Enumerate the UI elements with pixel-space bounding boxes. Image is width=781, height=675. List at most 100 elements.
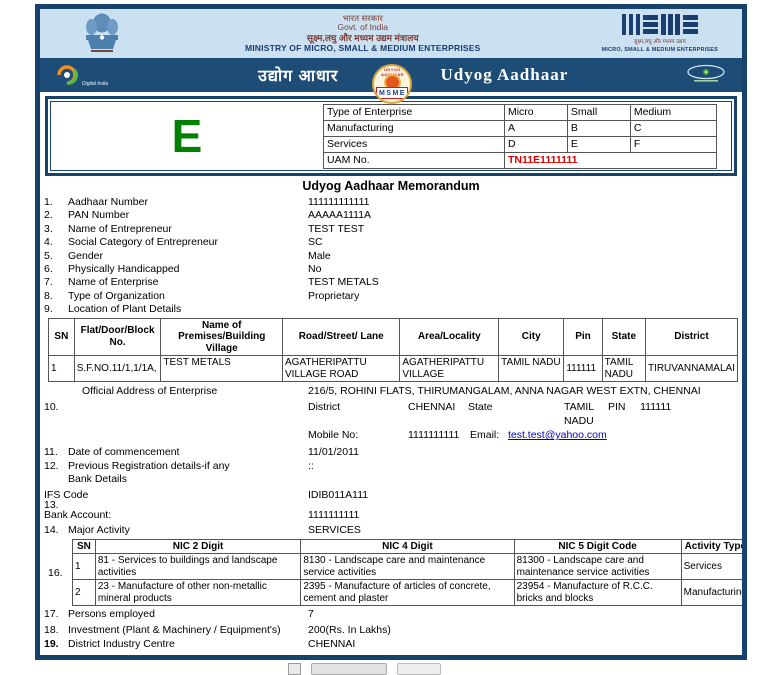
state-label: State (468, 401, 493, 414)
nic-cell-4digit: 2395 - Manufacture of articles of concre… (300, 579, 515, 607)
memo-item-nic-codes: 16. SN NIC 2 Digit NIC 4 Digit NIC 5 Dig… (48, 538, 742, 607)
cutoff-button[interactable] (397, 663, 441, 675)
memo-item-organization-type: 8. Type of Organization Proprietary (40, 290, 742, 303)
plant-header-cell: SN (48, 317, 75, 357)
item-label: Name of Enterprise (68, 276, 159, 289)
district-value: CHENNAI (408, 401, 456, 414)
memo-item-commencement-date: 11. Date of commencement 11/01/2011 (40, 446, 742, 459)
nic-header-cell: SN (72, 538, 96, 555)
item-value: 7 (308, 608, 314, 621)
item-value: Male (308, 249, 331, 262)
nic-header-cell: NIC 2 Digit (94, 538, 302, 555)
plant-table-row: 1 S.F.NO.11/1,1/1A, TEST METALS AGATHERI… (48, 355, 739, 383)
enterprise-table-cell: C (629, 119, 718, 137)
udyog-aadhaar-memorandum-page: भारत सरकार Govt. of India सूक्ष्म,लघु और… (35, 4, 747, 660)
udyog-aadhaar-title-hindi: उद्योग आधार (258, 68, 339, 85)
item-label: Physically Handicapped (68, 263, 180, 276)
item-label: Aadhaar Number (68, 196, 148, 208)
cutoff-button[interactable] (311, 663, 387, 675)
item-label: Previous Registration details-if any (68, 459, 230, 472)
item-value: 11/01/2011 (308, 446, 359, 459)
item-number: 2. (44, 209, 53, 222)
plant-header-cell: Road/Street/ Lane (282, 317, 401, 357)
digital-india-label: Digital India (82, 81, 109, 87)
nic-cell-4digit: 8130 - Landscape care and maintenance se… (300, 553, 515, 581)
item-value: 111111111111 (308, 196, 370, 208)
item-number: 4. (44, 236, 53, 249)
msme-bars-icon (621, 14, 698, 35)
item-number: 9. (44, 303, 53, 316)
enterprise-type-box: E Type of Enterprise Micro Small Medium … (45, 96, 737, 176)
item-number: 10. (44, 401, 59, 414)
item-label: Location of Plant Details (68, 303, 182, 316)
enterprise-table-cell: B (566, 119, 631, 137)
item-label: PAN Number (68, 209, 130, 222)
plant-cell-road: AGATHERIPATTU VILLAGE ROAD (282, 355, 401, 383)
item-label: Major Activity (68, 524, 130, 537)
memo-item-physically-handicapped: 6. Physically Handicapped No (40, 263, 742, 276)
plant-header-cell: Flat/Door/Block No. (73, 317, 162, 357)
cutoff-checkbox[interactable] (288, 663, 301, 675)
enterprise-category-letter: E (171, 110, 203, 162)
declaration-heading: Declaration (40, 655, 742, 656)
item-number: 13. (44, 499, 59, 512)
plant-header-cell: Name of Premises/Building Village (160, 317, 284, 357)
nic-header-cell: Activity Type (680, 538, 742, 555)
item-label: Date of commencement (68, 446, 180, 459)
digital-india-logo: Digital India (54, 63, 108, 87)
msme-logo: सूक्ष्म,लघु और मध्यम उद्यम MICRO, SMALL … (601, 14, 718, 53)
item-value: :: (308, 459, 314, 472)
memo-item-district-industry-centre: 19. District Industry Centre CHENNAI (40, 638, 742, 651)
email-line: Email: test.test@yahoo.com (470, 428, 742, 442)
email-link[interactable]: test.test@yahoo.com (508, 429, 607, 441)
plant-header-cell: Pin (563, 317, 603, 357)
emblem-of-india-icon (80, 11, 124, 56)
plant-cell-district: TIRUVANNAMALAI (644, 355, 739, 383)
enterprise-table-cell: Manufacturing (323, 119, 505, 137)
enterprise-table-cell: Services (323, 135, 505, 153)
memo-item-pan-number: 2. PAN Number AAAAA1111A (40, 209, 742, 222)
plant-cell-flat: S.F.NO.11/1,1/1A, (73, 355, 162, 383)
mobile-label: Mobile No: (308, 429, 359, 442)
item-label: Investment (Plant & Machinery / Equipmen… (68, 623, 281, 636)
item-number: 19. (44, 638, 59, 651)
enterprise-table-header-cell: Type of Enterprise (323, 103, 505, 121)
memo-item-previous-registration: 12. Previous Registration details-if any… (40, 460, 742, 487)
item-value: AAAAA1111A (308, 209, 372, 222)
enterprise-table-header-cell: Small (566, 103, 631, 121)
aadhaar-logo-icon (684, 64, 728, 87)
plant-header-cell: Area/Locality (399, 317, 500, 357)
uam-no-label: UAM No. (323, 151, 505, 169)
item-number: 7. (44, 276, 53, 289)
enterprise-table-cell: E (566, 135, 631, 153)
plant-cell-state: TAMIL NADU (601, 355, 646, 383)
item10-contact-line: Mobile No: 1111111111 Email: test.test@y… (40, 428, 742, 442)
item-value: TEST TEST (308, 222, 365, 235)
plant-cell-sn: 1 (48, 355, 75, 383)
nic-codes-table: SN NIC 2 Digit NIC 4 Digit NIC 5 Digit C… (72, 538, 742, 607)
item-value: TEST METALS (308, 276, 379, 289)
nic-header-cell: NIC 4 Digit (300, 538, 515, 555)
state-value: TAMIL NADU (564, 401, 594, 428)
memorandum-title: Udyog Aadhaar Memorandum (302, 179, 480, 193)
item-number: 12. (44, 459, 59, 472)
bank-account-label: Bank Account: (44, 509, 112, 522)
email-label: Email: (470, 429, 500, 442)
memo-item-gender: 5. Gender Male (40, 250, 742, 263)
govt-of-india-english: Govt. of India (337, 22, 389, 33)
item-label: District Industry Centre (68, 638, 175, 651)
item-value: SERVICES (308, 524, 361, 537)
badge-msme-label: MSME (376, 87, 409, 99)
nic-cell-5digit: 81300 - Landscape care and maintenance s… (513, 553, 682, 581)
item-number: 18. (44, 623, 59, 636)
enterprise-type-table: Type of Enterprise Micro Small Medium Ma… (323, 103, 718, 169)
memo-item-entrepreneur-name: 3. Name of Entrepreneur TEST TEST (40, 223, 742, 236)
nic-cell-activity: Services (680, 553, 742, 581)
plant-cell-premises: TEST METALS (160, 355, 284, 383)
plant-cell-city: TAMIL NADU (498, 355, 565, 383)
memo-item-social-category: 4. Social Category of Entrepreneur SC (40, 236, 742, 249)
uam-number-value: TN11E1111111 (503, 151, 718, 169)
plant-cell-pin: 111111 (563, 355, 603, 383)
nic-header-cell: NIC 5 Digit Code (513, 538, 682, 555)
udyog-aadhaar-title-english: Udyog Aadhaar (440, 65, 569, 84)
